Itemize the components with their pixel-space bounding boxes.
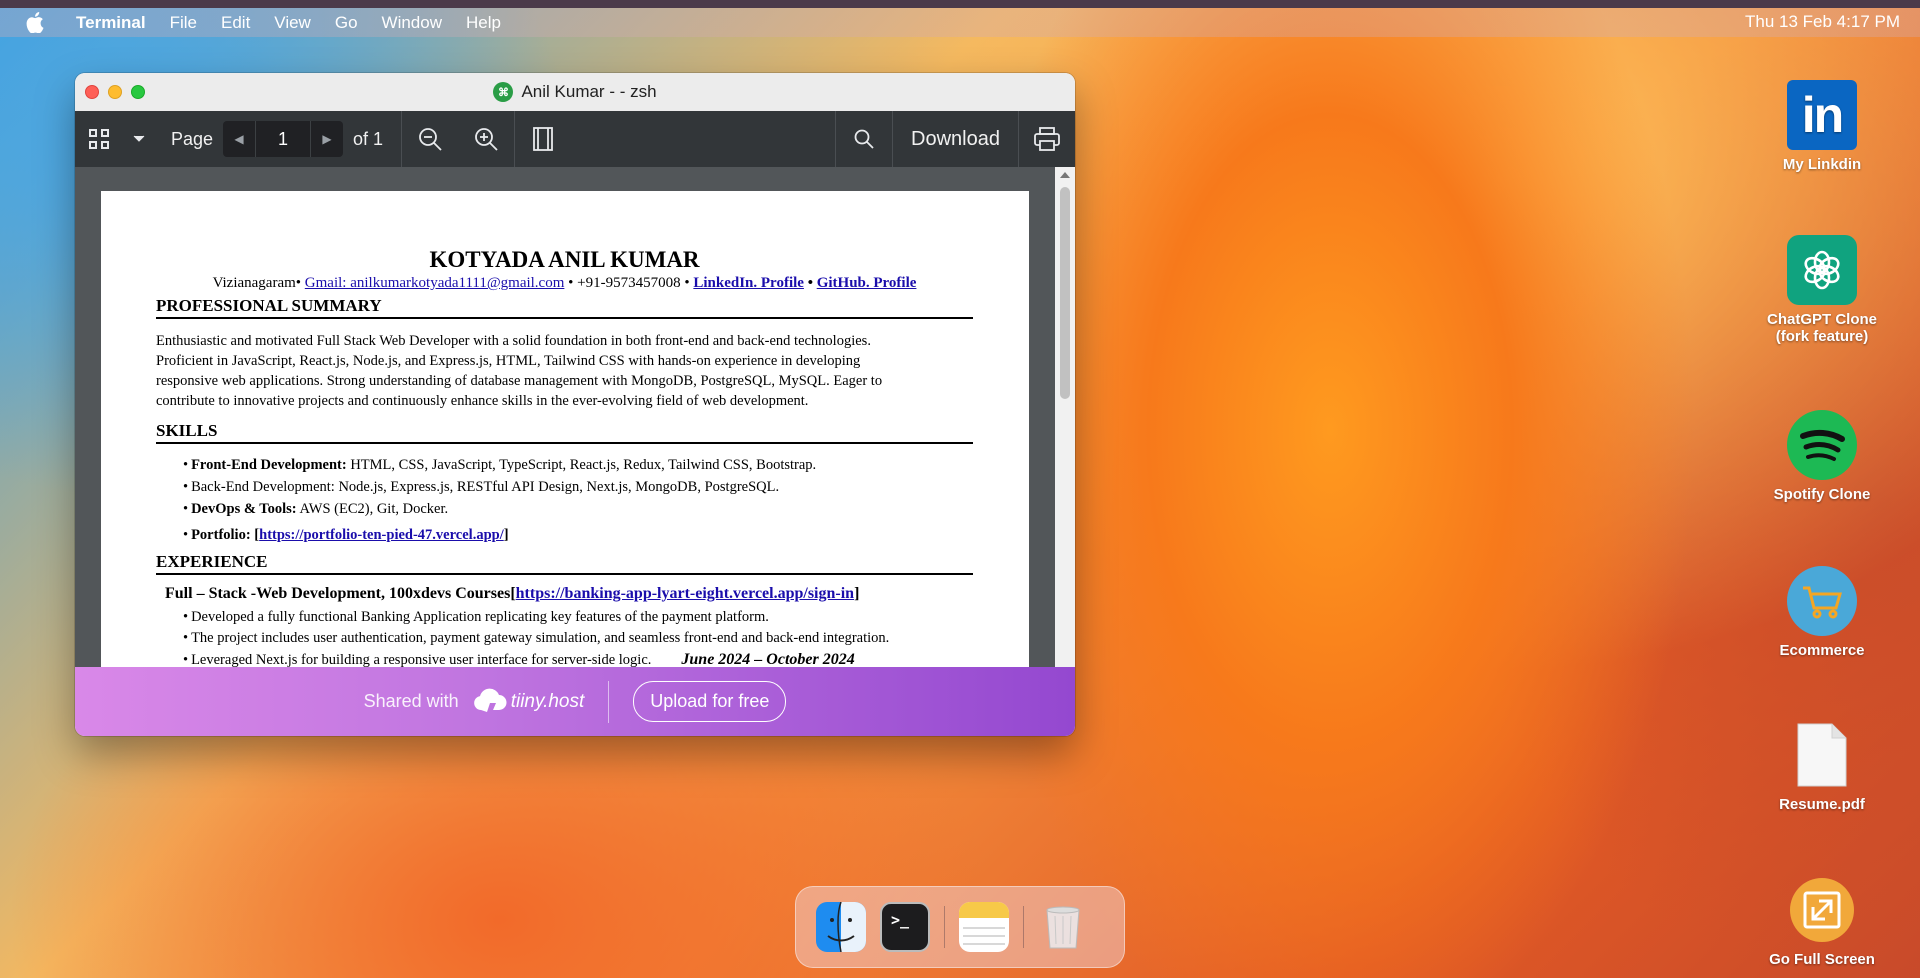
scrollbar-thumb[interactable] (1060, 187, 1070, 399)
portfolio-link[interactable]: https://portfolio-ten-pied-47.vercel.app… (259, 527, 504, 543)
skills-list: Front-End Development: HTML, CSS, JavaSc… (183, 454, 973, 546)
page-number-input[interactable]: 1 (255, 121, 312, 157)
desktop-icon-label: Ecommerce (1779, 642, 1865, 659)
spotify-icon (1787, 410, 1857, 480)
minimize-button[interactable] (108, 85, 122, 99)
summary-line: responsive web applications. Strong unde… (156, 373, 883, 389)
chatgpt-icon (1787, 235, 1857, 305)
list-item: The project includes user authentication… (183, 628, 973, 649)
menubar-clock[interactable]: Thu 13 Feb 4:17 PM (1745, 12, 1900, 32)
finder-icon[interactable] (816, 902, 866, 952)
summary-text: Enthusiastic and motivated Full Stack We… (156, 331, 973, 411)
dock: >_ (795, 886, 1125, 968)
list-item: Developed a fully functional Banking App… (183, 607, 973, 628)
window-title: Anil Kumar - - zsh (521, 82, 657, 101)
menu-edit[interactable]: Edit (221, 13, 250, 33)
prev-page-icon[interactable]: ◀ (223, 121, 255, 157)
menu-app-terminal[interactable]: Terminal (76, 13, 146, 33)
desktop-icon-label: My Linkdin (1782, 156, 1862, 173)
menu-view[interactable]: View (274, 13, 311, 33)
summary-line: Proficient in JavaScript, React.js, Node… (156, 353, 861, 369)
desktop-icon-linkedin[interactable]: in My Linkdin (1752, 80, 1892, 173)
terminal-icon[interactable]: >_ (880, 902, 930, 952)
list-item: Front-End Development: HTML, CSS, JavaSc… (183, 454, 973, 476)
zoom-out-icon[interactable] (402, 111, 458, 167)
menu-help[interactable]: Help (466, 13, 501, 33)
menu-go[interactable]: Go (335, 13, 358, 33)
trash-icon[interactable] (1038, 902, 1088, 952)
pdf-scrollbar[interactable] (1055, 167, 1075, 667)
zoom-button[interactable] (131, 85, 145, 99)
document-icon (1787, 720, 1857, 790)
desktop-icon-spotify-clone[interactable]: Spotify Clone (1752, 410, 1892, 503)
search-icon[interactable] (836, 111, 892, 167)
terminal-window: ⌘ Anil Kumar - - zsh Page ◀ 1 ▶ of 1 Dow… (75, 73, 1075, 736)
desktop-icon-go-full-screen[interactable]: Go Full Screen (1752, 875, 1892, 968)
print-icon[interactable] (1019, 111, 1075, 167)
menu-window[interactable]: Window (382, 13, 442, 33)
email-link[interactable]: Gmail: anilkumarkotyada1111@gmail.com (305, 275, 565, 291)
tiiny-host-logo[interactable]: tiiny.host (473, 688, 584, 716)
fullscreen-icon (1787, 875, 1857, 945)
desktop-icon-chatgpt-clone[interactable]: ChatGPT Clone (fork feature) (1752, 235, 1892, 345)
upload-for-free-button[interactable]: Upload for free (633, 681, 787, 722)
desktop-icon-label: ChatGPT Clone (fork feature) (1766, 311, 1877, 345)
resume-contact-line: Vizianagaram• Gmail: anilkumarkotyada111… (156, 275, 973, 292)
contact-separator: • (807, 275, 813, 291)
desktop-icon-resume-pdf[interactable]: Resume.pdf (1752, 720, 1892, 813)
chevron-down-icon[interactable] (123, 111, 155, 167)
summary-line: Enthusiastic and motivated Full Stack We… (156, 333, 871, 349)
scroll-up-icon[interactable] (1060, 172, 1070, 178)
resume-phone: • +91-9573457008 • (568, 275, 690, 291)
desktop-icon-ecommerce[interactable]: Ecommerce (1752, 566, 1892, 659)
menu-bar: Terminal File Edit View Go Window Help T… (0, 0, 1920, 37)
summary-heading: PROFESSIONAL SUMMARY (156, 296, 973, 319)
resume-name: KOTYADA ANIL KUMAR (429, 247, 700, 272)
dock-divider (944, 906, 945, 948)
list-item: Portfolio: [https://portfolio-ten-pied-4… (183, 524, 973, 546)
fit-page-icon[interactable] (515, 111, 571, 167)
window-titlebar[interactable]: ⌘ Anil Kumar - - zsh (75, 73, 1075, 111)
download-button[interactable]: Download (893, 128, 1018, 151)
experience-list: Developed a fully functional Banking App… (183, 607, 973, 667)
zoom-in-icon[interactable] (458, 111, 514, 167)
list-item: Leveraged Next.js for building a respons… (183, 649, 973, 667)
thumbnails-icon[interactable] (75, 111, 123, 167)
list-item: Back-End Development: Node.js, Express.j… (183, 476, 973, 498)
linkedin-icon: in (1787, 80, 1857, 150)
tiiny-host-banner: Shared with tiiny.host Upload for free (75, 667, 1075, 736)
close-button[interactable] (85, 85, 99, 99)
desktop-icon-label: Go Full Screen (1769, 951, 1875, 968)
menu-file[interactable]: File (170, 13, 197, 33)
desktop-icon-label: Spotify Clone (1773, 486, 1871, 503)
github-profile-link[interactable]: GitHub. Profile (817, 275, 917, 291)
list-item: DevOps & Tools: AWS (EC2), Git, Docker. (183, 498, 973, 520)
page-label: Page (171, 128, 214, 149)
resume-page: KOTYADA ANIL KUMAR Vizianagaram• Gmail: … (101, 191, 1029, 667)
desktop-icon-label: Resume.pdf (1779, 796, 1865, 813)
traffic-lights (85, 85, 145, 99)
apple-icon[interactable] (26, 12, 48, 34)
cart-icon (1787, 566, 1857, 636)
experience-heading: EXPERIENCE (156, 552, 973, 575)
shared-with-label: Shared with (363, 691, 459, 711)
next-page-icon[interactable]: ▶ (311, 121, 343, 157)
skills-heading: SKILLS (156, 421, 973, 444)
resume-location: Vizianagaram• (212, 275, 302, 291)
dock-divider (1023, 906, 1024, 948)
linkedin-profile-link[interactable]: LinkedIn. Profile (693, 275, 804, 291)
banking-app-link[interactable]: https://banking-app-lyart-eight.vercel.a… (516, 585, 854, 602)
experience-title: Full – Stack -Web Development, 100xdevs … (165, 585, 860, 602)
page-navigator: ◀ 1 ▶ (223, 121, 344, 157)
banner-divider (608, 680, 610, 723)
page-total: of 1 (353, 128, 384, 149)
terminal-title-icon: ⌘ (493, 82, 514, 102)
pdf-viewer[interactable]: KOTYADA ANIL KUMAR Vizianagaram• Gmail: … (75, 167, 1075, 667)
lightning-cloud-icon (473, 688, 507, 712)
experience-dates: June 2024 – October 2024 (681, 651, 855, 667)
notes-icon[interactable] (959, 902, 1009, 952)
summary-line: contribute to innovative projects and co… (156, 393, 809, 409)
pdf-toolbar: Page ◀ 1 ▶ of 1 Download (75, 111, 1075, 167)
